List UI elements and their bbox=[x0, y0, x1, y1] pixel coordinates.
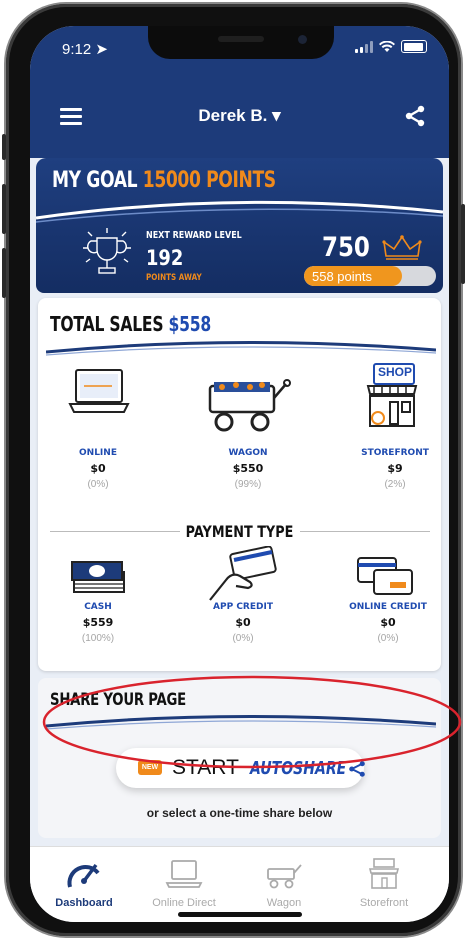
one-time-share-text: or select a one-time share below bbox=[146, 806, 333, 820]
channel-wagon[interactable]: WAGON $550 (99%) bbox=[208, 448, 288, 490]
laptop-icon bbox=[165, 860, 203, 888]
total-sales-amount: $558 bbox=[168, 312, 212, 336]
goal-title-prefix: MY GOAL bbox=[52, 168, 138, 193]
tab-wagon[interactable]: Wagon bbox=[234, 857, 334, 909]
points-away-label: POINTS AWAY bbox=[146, 273, 202, 283]
phone-screen: 9:12 ➤ Derek B. ▾ MY GOAL 15000 POINTS N… bbox=[30, 26, 449, 922]
channel-label: STOREFRONT bbox=[361, 448, 429, 458]
payment-value: $0 bbox=[380, 616, 396, 629]
payment-cash[interactable]: CASH $559 (100%) bbox=[60, 602, 136, 644]
status-icons bbox=[355, 40, 427, 53]
wifi-icon bbox=[379, 40, 395, 52]
channel-online[interactable]: ONLINE $0 (0%) bbox=[58, 448, 138, 490]
next-reward-label: NEXT REWARD LEVEL bbox=[146, 230, 242, 241]
payment-label: CASH bbox=[84, 602, 112, 612]
swoosh-decoration bbox=[36, 200, 443, 223]
payment-value: $0 bbox=[235, 616, 251, 629]
channel-percent: (0%) bbox=[87, 479, 109, 490]
channel-percent: (2%) bbox=[384, 479, 406, 490]
total-sales-label: TOTAL SALES bbox=[50, 312, 164, 336]
tab-online-direct[interactable]: Online Direct bbox=[134, 857, 234, 909]
mute-switch bbox=[2, 134, 6, 160]
notch bbox=[148, 26, 334, 59]
volume-down-button bbox=[2, 248, 6, 298]
channel-storefront[interactable]: STOREFRONT $9 (2%) bbox=[354, 448, 436, 490]
location-arrow-icon: ➤ bbox=[95, 41, 108, 58]
wagon-icon bbox=[208, 379, 291, 432]
swoosh-decoration bbox=[46, 340, 436, 356]
status-time: 9:12 ➤ bbox=[62, 40, 108, 58]
volume-up-button bbox=[2, 184, 6, 234]
nav-bar: Derek B. ▾ bbox=[30, 98, 449, 136]
tab-storefront[interactable]: Storefront bbox=[334, 857, 434, 909]
payment-percent: (100%) bbox=[81, 633, 115, 644]
wagon-icon bbox=[267, 864, 302, 889]
tab-dashboard[interactable]: Dashboard bbox=[34, 857, 134, 909]
crown-icon bbox=[382, 235, 422, 260]
payment-percent: (0%) bbox=[377, 633, 399, 644]
payment-value: $559 bbox=[82, 616, 114, 629]
phone-frame: 9:12 ➤ Derek B. ▾ MY GOAL 15000 POINTS N… bbox=[2, 4, 465, 936]
highlight-oval-annotation bbox=[42, 675, 462, 769]
progress-text: 558 points bbox=[312, 269, 372, 284]
total-sales-title: TOTAL SALES $558 bbox=[50, 312, 211, 336]
payment-online-credit[interactable]: ONLINE CREDIT $0 (0%) bbox=[340, 602, 436, 644]
channel-percent: (99%) bbox=[234, 479, 262, 490]
cash-icon bbox=[71, 561, 125, 593]
tab-label: Wagon bbox=[266, 897, 302, 909]
shop-sign-text: SHOP bbox=[377, 365, 412, 379]
payment-label: ONLINE CREDIT bbox=[349, 602, 427, 612]
tab-label: Online Direct bbox=[152, 897, 216, 909]
battery-icon bbox=[401, 40, 427, 53]
payment-percent: (0%) bbox=[232, 633, 254, 644]
speaker bbox=[218, 36, 264, 42]
online-credit-icon bbox=[357, 557, 413, 595]
power-button bbox=[461, 204, 465, 284]
dashboard-icon bbox=[67, 863, 100, 888]
laptop-icon bbox=[68, 369, 130, 413]
goal-progress-bar: 558 points bbox=[304, 266, 436, 286]
divider-right bbox=[300, 531, 430, 532]
tab-label: Storefront bbox=[359, 897, 409, 909]
goal-points: 15000 POINTS bbox=[142, 168, 276, 193]
payment-app-credit[interactable]: APP CREDIT $0 (0%) bbox=[198, 602, 288, 644]
front-camera bbox=[298, 35, 307, 44]
goal-title: MY GOAL 15000 POINTS bbox=[52, 168, 276, 193]
channel-value: $550 bbox=[232, 462, 264, 475]
signal-icon bbox=[355, 40, 373, 53]
app-credit-icon bbox=[209, 546, 277, 601]
goal-card[interactable]: MY GOAL 15000 POINTS NEXT REWARD LEVEL 1… bbox=[36, 158, 443, 293]
channel-label: ONLINE bbox=[79, 448, 117, 458]
home-indicator[interactable] bbox=[178, 912, 302, 917]
total-sales-card[interactable]: TOTAL SALES $558 ONLINE $0 (0%) WAGON $5… bbox=[38, 298, 441, 671]
tab-bar: Dashboard Online Direct Wagon Storefront bbox=[30, 846, 449, 922]
reward-level-value: 750 bbox=[322, 232, 370, 263]
channel-value: $9 bbox=[387, 462, 403, 475]
share-icon[interactable] bbox=[403, 104, 427, 128]
points-away-value: 192 bbox=[146, 246, 184, 270]
channel-value: $0 bbox=[90, 462, 106, 475]
channel-label: WAGON bbox=[228, 448, 268, 458]
payment-label: APP CREDIT bbox=[213, 602, 273, 612]
time-text: 9:12 bbox=[62, 41, 92, 58]
trophy-icon bbox=[83, 228, 131, 274]
tab-label: Dashboard bbox=[55, 897, 113, 909]
user-switcher[interactable]: Derek B. ▾ bbox=[30, 106, 449, 126]
storefront-icon bbox=[368, 858, 400, 889]
